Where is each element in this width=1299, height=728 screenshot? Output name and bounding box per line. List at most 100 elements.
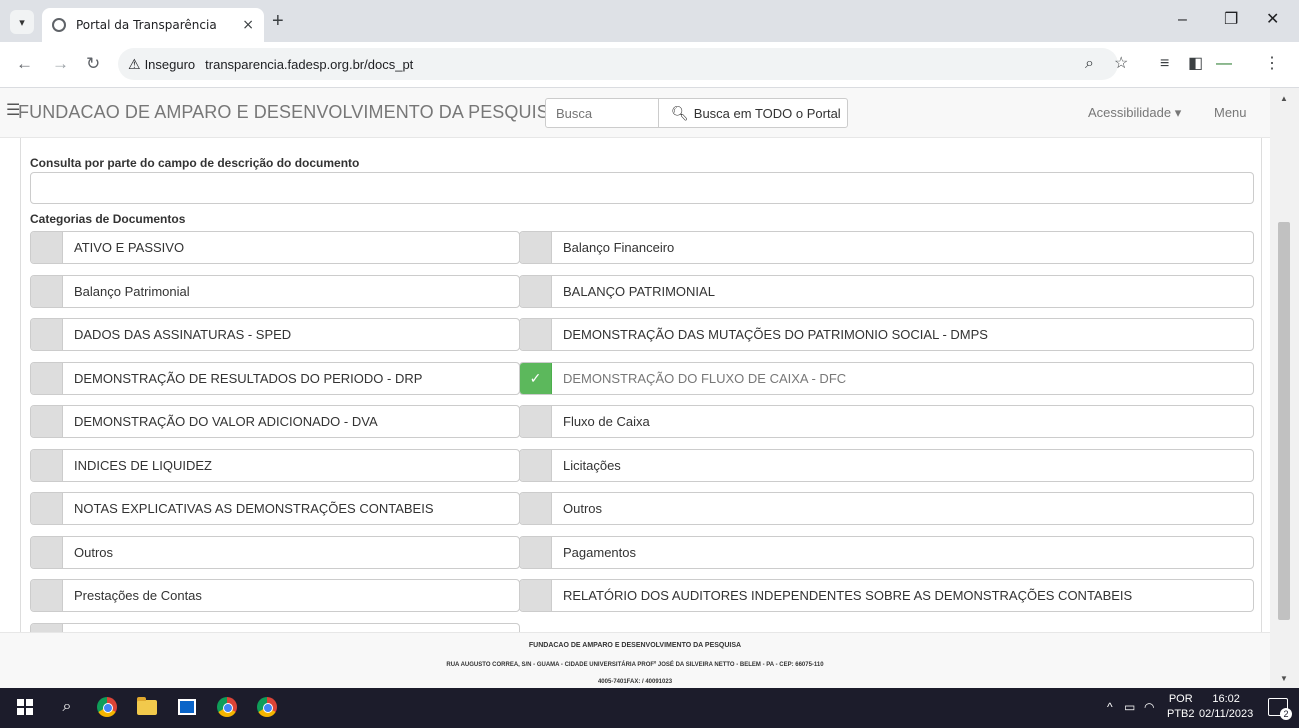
windows-icon[interactable] [14, 696, 36, 718]
chrome-icon[interactable] [216, 696, 238, 718]
category-option[interactable]: Balanço Financeiro [519, 231, 1254, 264]
time: 16:02 [1212, 693, 1240, 705]
category-label: DEMONSTRAÇÃO DO VALOR ADICIONADO - DVA [74, 414, 378, 429]
check-icon[interactable] [520, 232, 552, 263]
notification-icon[interactable]: 2 [1268, 698, 1292, 720]
category-option[interactable]: Licitações [519, 448, 1254, 482]
check-icon[interactable] [520, 536, 552, 568]
tab-close-icon[interactable]: × [242, 17, 254, 33]
check-icon[interactable] [31, 536, 63, 568]
category-option[interactable]: Fluxo de Caixa [519, 405, 1254, 438]
menu-link[interactable]: Menu [1214, 105, 1247, 120]
categories-label: Categorias de Documentos [30, 212, 186, 226]
new-tab-button[interactable]: + [272, 10, 284, 32]
category-label: NOTAS EXPLICATIVAS AS DEMONSTRAÇÕES CONT… [74, 501, 434, 516]
site-footer: FUNDACAO DE AMPARO E DESENVOLVIMENTO DA … [0, 632, 1270, 688]
star-icon[interactable]: ☆ [1114, 54, 1128, 74]
category-label: Balanço Patrimonial [74, 283, 190, 299]
check-icon[interactable] [520, 493, 552, 524]
check-icon[interactable] [520, 449, 552, 481]
page-scrollbar[interactable]: ▲ ▼ [1270, 88, 1299, 688]
wifi-icon[interactable]: ◠ [1144, 700, 1154, 714]
description-input[interactable] [30, 172, 1254, 204]
check-icon[interactable] [520, 319, 552, 350]
category-label: Outros [563, 501, 603, 516]
category-label: INDICES DE LIQUIDEZ [74, 457, 212, 473]
scroll-up-icon[interactable]: ▲ [1280, 94, 1288, 103]
category-option[interactable]: RELATÓRIO DOS AUDITORES INDEPENDENTES SO… [519, 579, 1254, 612]
category-option[interactable]: ✓ DEMONSTRAÇÃO DO FLUXO DE CAIXA - DFC [519, 361, 1254, 395]
check-icon[interactable] [31, 493, 63, 524]
language-indicator[interactable]: POR PTB2 [1167, 692, 1195, 722]
reload-icon[interactable]: ↻ [86, 54, 100, 74]
taskbar-search-icon[interactable]: ⌕ [56, 696, 78, 718]
reading-list-icon[interactable]: ≡ [1160, 54, 1169, 74]
photos-icon[interactable] [176, 696, 198, 718]
category-option[interactable]: Outros [519, 492, 1254, 525]
category-label: Fluxo de Caixa [563, 414, 650, 429]
check-icon[interactable] [31, 406, 63, 437]
category-label: DEMONSTRAÇÃO DO FLUXO DE CAIXA - DFC [563, 370, 847, 386]
clock[interactable]: 16:02 02/11/2023 [1199, 692, 1253, 722]
zoom-icon[interactable]: ⌕ [1085, 54, 1094, 74]
scrollbar-thumb[interactable] [1278, 222, 1290, 620]
category-label: Outros [74, 544, 114, 560]
chrome-icon[interactable] [256, 696, 278, 718]
category-option[interactable]: DEMONSTRAÇÃO DO VALOR ADICIONADO - DVA [30, 405, 520, 438]
search-icon: 🔍︎ [671, 104, 689, 121]
check-icon[interactable] [31, 623, 63, 632]
extension-icon[interactable]: — [1216, 54, 1232, 74]
insecure-label[interactable]: Inseguro [145, 57, 196, 72]
category-option[interactable]: Outros [30, 535, 520, 569]
forward-icon[interactable]: → [52, 54, 69, 74]
address-bar[interactable]: ⚠ Inseguro transparencia.fadesp.org.br/d… [118, 48, 1118, 80]
tab-list-icon[interactable]: ▾ [10, 10, 34, 34]
warning-icon[interactable]: ⚠ [128, 56, 141, 73]
category-option[interactable]: Pagamentos [519, 535, 1254, 569]
chrome-icon[interactable] [96, 696, 118, 718]
category-option[interactable]: BALANÇO PATRIMONIAL [519, 274, 1254, 308]
chevron-up-icon[interactable]: ^ [1107, 700, 1113, 714]
more-icon[interactable]: ⋮ [1264, 54, 1280, 74]
search-button-label: Busca em TODO o Portal [693, 105, 841, 121]
category-option[interactable]: DEMONSTRAÇÃO DE RESULTADOS DO PERIODO - … [30, 361, 520, 395]
back-icon[interactable]: ← [16, 54, 33, 74]
category-option[interactable]: DEMONSTRAÇÃO DAS MUTAÇÕES DO PATRIMONIO … [519, 318, 1254, 351]
lang-bottom: PTB2 [1167, 708, 1195, 720]
category-option[interactable]: Prestações de Contas [30, 579, 520, 612]
category-option[interactable]: DADOS DAS ASSINATURAS - SPED [30, 318, 520, 351]
restore-button[interactable]: ❐ [1224, 10, 1238, 30]
site-brand[interactable]: FUNDACAO DE AMPARO E DESENVOLVIMENTO DA … [18, 102, 561, 123]
check-icon[interactable] [31, 275, 63, 307]
footer-address: RUA AUGUSTO CORREA, S/N - GUAMA - CIDADE… [446, 662, 824, 668]
check-icon[interactable] [31, 362, 63, 394]
category-option[interactable]: INDICES DE LIQUIDEZ [30, 448, 520, 482]
globe-icon [52, 18, 66, 32]
category-option[interactable]: Balanço Patrimonial [30, 274, 520, 308]
url-text[interactable]: transparencia.fadesp.org.br/docs_pt [205, 57, 413, 72]
check-icon[interactable] [520, 275, 552, 307]
search-all-button[interactable]: 🔍︎ Busca em TODO o Portal [658, 98, 848, 128]
category-label: DEMONSTRAÇÃO DAS MUTAÇÕES DO PATRIMONIO … [563, 327, 988, 342]
file-explorer-icon[interactable] [136, 696, 158, 718]
scroll-down-icon[interactable]: ▼ [1280, 674, 1288, 683]
minimize-button[interactable]: – [1178, 10, 1187, 30]
check-icon[interactable] [520, 406, 552, 437]
check-icon[interactable] [31, 232, 63, 263]
search-input[interactable] [545, 98, 659, 128]
check-icon[interactable] [31, 449, 63, 481]
category-label: BALANÇO PATRIMONIAL [563, 283, 715, 299]
check-icon[interactable] [520, 580, 552, 611]
accessibility-dropdown[interactable]: Acessibilidade ▾ [1088, 105, 1181, 121]
side-panel-icon[interactable]: ◧ [1188, 54, 1203, 74]
close-window-button[interactable]: ✕ [1266, 10, 1279, 30]
check-icon[interactable]: ✓ [520, 362, 552, 394]
battery-icon[interactable]: ▭ [1124, 700, 1135, 714]
browser-tab[interactable]: Portal da Transparência × [42, 8, 264, 42]
category-option[interactable] [30, 622, 520, 632]
check-icon[interactable] [31, 580, 63, 611]
category-option[interactable]: NOTAS EXPLICATIVAS AS DEMONSTRAÇÕES CONT… [30, 492, 520, 525]
category-option[interactable]: ATIVO E PASSIVO [30, 231, 520, 264]
check-icon[interactable] [31, 319, 63, 350]
category-label: Prestações de Contas [74, 588, 202, 603]
